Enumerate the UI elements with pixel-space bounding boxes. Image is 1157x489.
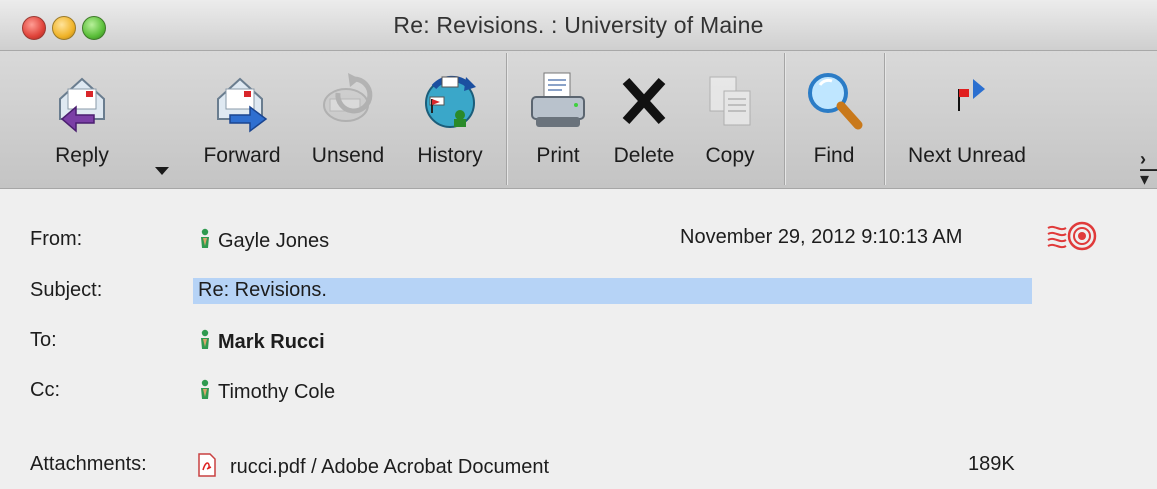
unsend-label: Unsend bbox=[311, 144, 385, 167]
copy-icon bbox=[698, 69, 762, 133]
pdf-file-icon bbox=[198, 453, 216, 477]
attachment-size: 189K bbox=[968, 453, 1015, 475]
cc-field[interactable]: Timothy Cole bbox=[198, 379, 335, 404]
copy-label: Copy bbox=[705, 144, 755, 167]
next-unread-flag-icon bbox=[935, 69, 999, 133]
printer-icon bbox=[526, 69, 590, 133]
find-label: Find bbox=[813, 144, 855, 167]
attachment-name: rucci.pdf / Adobe Acrobat Document bbox=[230, 456, 550, 478]
attachment-item[interactable]: rucci.pdf / Adobe Acrobat Document bbox=[198, 453, 549, 479]
forward-label: Forward bbox=[203, 144, 281, 167]
from-field[interactable]: Gayle Jones bbox=[198, 228, 329, 253]
window-title: Re: Revisions. : University of Maine bbox=[393, 12, 764, 38]
find-button[interactable]: Find bbox=[796, 51, 872, 188]
delete-x-icon bbox=[612, 69, 676, 133]
subject-label: Subject: bbox=[30, 279, 103, 301]
subject-value[interactable]: Re: Revisions. bbox=[198, 279, 327, 302]
postmark-stamp-icon bbox=[1046, 220, 1098, 252]
toolbar-divider bbox=[784, 53, 785, 185]
print-button[interactable]: Print bbox=[520, 51, 596, 188]
message-date: November 29, 2012 9:10:13 AM bbox=[680, 226, 963, 248]
to-label: To: bbox=[30, 329, 57, 351]
toolbar: Reply Forward Unsend History Print Delet… bbox=[0, 51, 1157, 189]
unsend-icon bbox=[316, 69, 380, 133]
cc-label: Cc: bbox=[30, 379, 60, 401]
person-icon bbox=[198, 329, 212, 351]
forward-button[interactable]: Forward bbox=[192, 51, 292, 188]
reply-menu-chevron-down-icon[interactable] bbox=[155, 167, 169, 175]
from-label: From: bbox=[30, 228, 83, 250]
toolbar-overflow-icon[interactable]: › ― ▾ bbox=[1140, 150, 1157, 188]
to-name: Mark Rucci bbox=[218, 331, 325, 353]
from-name: Gayle Jones bbox=[218, 230, 330, 252]
reply-icon bbox=[50, 69, 114, 133]
mail-window: Re: Revisions. : University of Maine Rep… bbox=[0, 0, 1157, 489]
history-label: History bbox=[417, 144, 483, 167]
forward-icon bbox=[210, 69, 274, 133]
title-bar: Re: Revisions. : University of Maine bbox=[0, 0, 1157, 51]
magnifier-icon bbox=[802, 69, 866, 133]
next-unread-button[interactable]: Next Unread bbox=[892, 51, 1042, 188]
reply-button[interactable]: Reply bbox=[28, 51, 136, 188]
attachments-label: Attachments: bbox=[30, 453, 147, 475]
history-button[interactable]: History bbox=[402, 51, 498, 188]
copy-button[interactable]: Copy bbox=[694, 51, 766, 188]
person-icon bbox=[198, 379, 212, 401]
reply-label: Reply bbox=[55, 144, 109, 167]
delete-button[interactable]: Delete bbox=[604, 51, 684, 188]
to-field[interactable]: Mark Rucci bbox=[198, 329, 325, 354]
cc-name: Timothy Cole bbox=[218, 381, 336, 403]
toolbar-divider bbox=[506, 53, 507, 185]
print-label: Print bbox=[536, 144, 580, 167]
history-icon bbox=[418, 69, 482, 133]
next-unread-label: Next Unread bbox=[908, 144, 1026, 167]
unsend-button[interactable]: Unsend bbox=[302, 51, 394, 188]
delete-label: Delete bbox=[613, 144, 675, 167]
toolbar-divider bbox=[884, 53, 885, 185]
person-icon bbox=[198, 228, 212, 250]
